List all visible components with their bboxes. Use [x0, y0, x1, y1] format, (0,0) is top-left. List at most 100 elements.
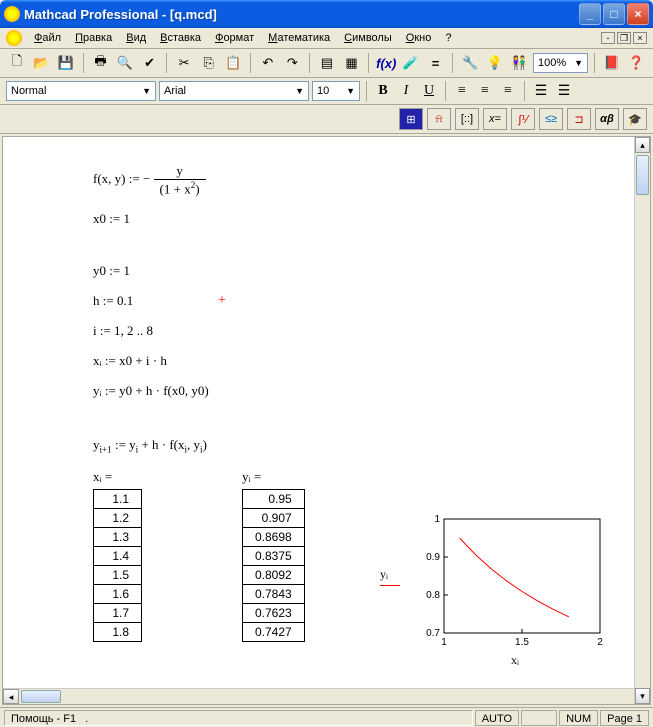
open-icon[interactable]: 📂	[31, 52, 53, 74]
table-cell: 1.3	[94, 527, 142, 546]
table-cell: 0.8092	[243, 565, 305, 584]
menu-symbols[interactable]: Символы	[338, 30, 398, 46]
equation-yip1[interactable]: yi+1 := yi + h · f(xi, yi)	[93, 437, 560, 455]
menu-insert[interactable]: Вставка	[154, 30, 207, 46]
redo-icon[interactable]: ↷	[282, 52, 304, 74]
equation-i[interactable]: i := 1, 2 .. 8	[93, 323, 560, 339]
menu-view[interactable]: Вид	[120, 30, 152, 46]
bullets-button[interactable]: ☰	[531, 81, 551, 101]
equation-fxy[interactable]: f(x, y) := − y (1 + x2)	[93, 163, 560, 197]
document-area: f(x, y) := − y (1 + x2) x0 := 1 y0 := 1 …	[2, 136, 651, 705]
greek-icon[interactable]: αβ	[595, 108, 619, 130]
cut-icon[interactable]: ✂	[173, 52, 195, 74]
scroll-thumb-v[interactable]	[636, 155, 649, 195]
equation-yi[interactable]: yᵢ := y0 + h · f(x0, y0)	[93, 383, 560, 399]
style-combo[interactable]: Normal▼	[6, 81, 156, 101]
menu-edit[interactable]: Правка	[69, 30, 118, 46]
help-icon[interactable]: ❓	[626, 52, 648, 74]
status-num: NUM	[559, 710, 598, 726]
stop-icon[interactable]: 💡	[484, 52, 506, 74]
boolean-icon[interactable]: ≤≥	[539, 108, 563, 130]
symbolic-icon[interactable]: 🎓	[623, 108, 647, 130]
menu-math[interactable]: Математика	[262, 30, 336, 46]
svg-text:2: 2	[597, 637, 603, 648]
paste-icon[interactable]: 📋	[222, 52, 244, 74]
size-combo[interactable]: 10▼	[312, 81, 360, 101]
svg-text:1.5: 1.5	[515, 637, 529, 648]
component-icon[interactable]: 🔧	[459, 52, 481, 74]
mdi-restore-button[interactable]: ❐	[617, 32, 631, 44]
copy-icon[interactable]: ⎘	[198, 52, 220, 74]
equation-xi[interactable]: xᵢ := x0 + i · h	[93, 353, 560, 369]
equation-y0[interactable]: y0 := 1	[93, 263, 560, 279]
scroll-left-button[interactable]: ◂	[3, 689, 19, 704]
maximize-button[interactable]: □	[603, 3, 625, 25]
status-help: Помощь - F1 .	[4, 710, 473, 726]
calculus-icon[interactable]: ∫⅟	[511, 108, 535, 130]
mdi-close-button[interactable]: ×	[633, 32, 647, 44]
equation-x0[interactable]: x0 := 1	[93, 211, 560, 227]
undo-icon[interactable]: ↶	[257, 52, 279, 74]
scroll-up-button[interactable]: ▴	[635, 137, 650, 153]
graph-icon[interactable]: ⍾	[427, 108, 451, 130]
equals-icon[interactable]: =	[425, 52, 447, 74]
mdi-minimize-button[interactable]: -	[601, 32, 615, 44]
status-bar: Помощь - F1 . AUTO NUM Page 1	[0, 707, 653, 727]
table-cell: 0.7427	[243, 622, 305, 641]
align2-icon[interactable]: ▦	[341, 52, 363, 74]
format-toolbar: Normal▼ Arial▼ 10▼ B I U ≡ ≡ ≡ ☰ ☰	[0, 78, 653, 105]
matrix-icon[interactable]: [::]	[455, 108, 479, 130]
mdi-icon[interactable]	[6, 30, 22, 46]
underline-button[interactable]: U	[419, 81, 439, 101]
scroll-down-button[interactable]: ▾	[635, 688, 650, 704]
chart[interactable]: yᵢ 0.70.80.9111.52 xᵢ	[410, 511, 620, 668]
standard-toolbar: 🗋 📂 💾 🖶 🔍 ✔ ✂ ⎘ 📋 ↶ ↷ ▤ ▦ f(x) 🧪 = 🔧 💡 👫…	[0, 49, 653, 78]
table-y[interactable]: yᵢ = 0.950.9070.86980.83750.80920.78430.…	[242, 469, 305, 642]
equation-h[interactable]: h := 0.1 +	[93, 293, 560, 309]
programming-icon[interactable]: ⊐	[567, 108, 591, 130]
chart-ylabel: yᵢ	[380, 567, 388, 582]
table-cell: 0.95	[243, 489, 305, 508]
menu-window[interactable]: Окно	[400, 30, 438, 46]
print-icon[interactable]: 🖶	[90, 52, 112, 74]
menu-file[interactable]: Файл	[28, 30, 67, 46]
menu-format[interactable]: Формат	[209, 30, 260, 46]
math-toolbar: ⊞ ⍾ [::] x= ∫⅟ ≤≥ ⊐ αβ 🎓	[0, 105, 653, 134]
chart-legend-line	[380, 585, 400, 586]
minimize-button[interactable]: _	[579, 3, 601, 25]
scroll-thumb-h[interactable]	[21, 690, 61, 703]
align-right-button[interactable]: ≡	[498, 81, 518, 101]
italic-button[interactable]: I	[396, 81, 416, 101]
fx-icon[interactable]: f(x)	[375, 52, 397, 74]
hierarchy-icon[interactable]: 👫	[508, 52, 530, 74]
svg-text:0.9: 0.9	[426, 552, 440, 563]
svg-text:0.7: 0.7	[426, 628, 440, 639]
align-left-button[interactable]: ≡	[452, 81, 472, 101]
menu-help[interactable]: ?	[439, 30, 457, 46]
unit-icon[interactable]: 🧪	[400, 52, 422, 74]
align-icon[interactable]: ▤	[316, 52, 338, 74]
align-center-button[interactable]: ≡	[475, 81, 495, 101]
table-cell: 1.2	[94, 508, 142, 527]
bold-button[interactable]: B	[373, 81, 393, 101]
app-icon	[4, 6, 20, 22]
resource-icon[interactable]: 📕	[601, 52, 623, 74]
font-combo[interactable]: Arial▼	[159, 81, 309, 101]
status-blank	[521, 710, 557, 726]
table-y-header: yᵢ =	[242, 469, 305, 485]
table-cell: 1.1	[94, 489, 142, 508]
print-preview-icon[interactable]: 🔍	[114, 52, 136, 74]
vertical-scrollbar[interactable]: ▴ ▾	[634, 137, 650, 704]
zoom-combo[interactable]: 100%▼	[533, 53, 588, 73]
save-icon[interactable]: 💾	[55, 52, 77, 74]
new-icon[interactable]: 🗋	[6, 52, 28, 74]
document-body[interactable]: f(x, y) := − y (1 + x2) x0 := 1 y0 := 1 …	[3, 137, 650, 688]
horizontal-scrollbar[interactable]: ◂ ▸	[3, 688, 650, 704]
calculator-icon[interactable]: ⊞	[399, 108, 423, 130]
table-cell: 0.8698	[243, 527, 305, 546]
table-x[interactable]: xᵢ = 1.11.21.31.41.51.61.71.8	[93, 469, 142, 642]
eval-icon[interactable]: x=	[483, 108, 507, 130]
close-button[interactable]: ×	[627, 3, 649, 25]
numbering-button[interactable]: ☰	[554, 81, 574, 101]
spellcheck-icon[interactable]: ✔	[139, 52, 161, 74]
